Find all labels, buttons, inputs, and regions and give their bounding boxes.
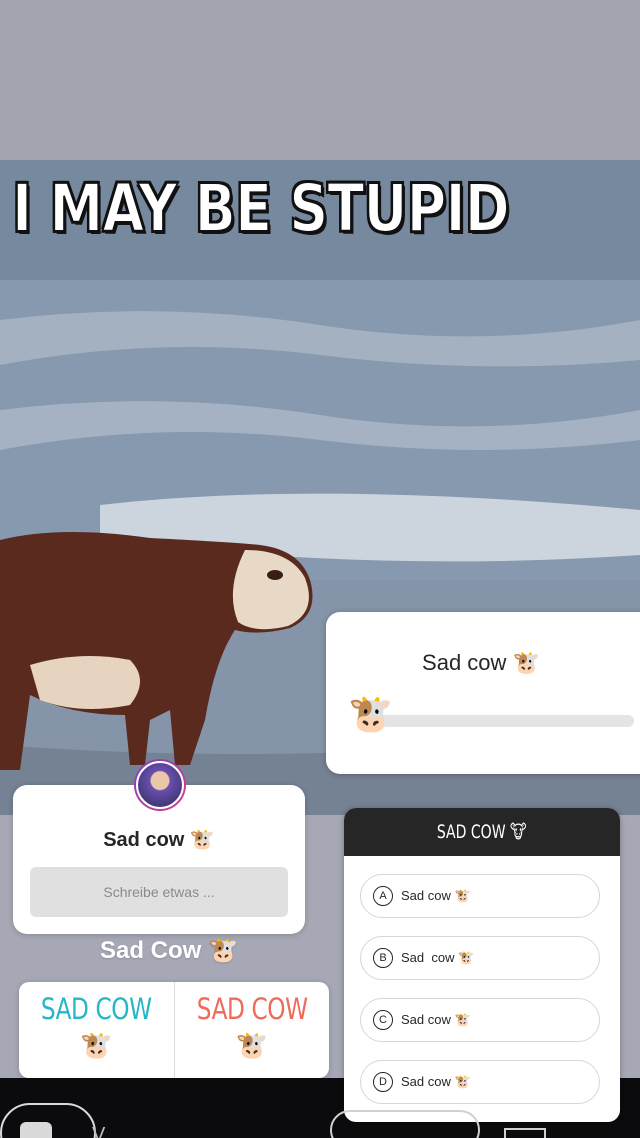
quiz-letter-badge: A	[373, 886, 393, 906]
quiz-option-d[interactable]: D Sad cow 🐮	[360, 1060, 600, 1104]
slider-title: Sad cow 🐮	[422, 650, 540, 675]
share-icon[interactable]	[504, 1128, 546, 1138]
quiz-option-a[interactable]: A Sad cow 🐮	[360, 874, 600, 918]
question-title: Sad cow 🐮	[103, 829, 215, 851]
avatar	[134, 759, 186, 811]
quiz-letter-badge: C	[373, 1010, 393, 1030]
quiz-header: SAD COW 🐮	[344, 808, 620, 856]
quiz-option-b[interactable]: B Sad cow 🐮	[360, 936, 600, 980]
quiz-letter-badge: B	[373, 948, 393, 968]
poll-option-right[interactable]: SAD COW 🐮	[173, 982, 330, 1078]
emoji-slider-sticker[interactable]: Sad cow 🐮 🐮	[326, 612, 640, 774]
quiz-option-text: Sad cow 🐮	[401, 950, 475, 965]
quiz-letter-badge: D	[373, 1072, 393, 1092]
quiz-sticker: SAD COW 🐮 A Sad cow 🐮 B Sad cow 🐮 C Sad …	[344, 808, 620, 1122]
camera-icon	[20, 1122, 52, 1138]
poll-option-label: SAD COW	[40, 992, 152, 1026]
slider-thumb-cow-icon[interactable]: 🐮	[348, 696, 393, 732]
poll-option-left[interactable]: SAD COW 🐮	[19, 982, 174, 1078]
quiz-option-text: Sad cow 🐮	[401, 1074, 471, 1089]
poll-sticker: SAD COW 🐮 SAD COW 🐮	[19, 982, 329, 1078]
avatar-image	[136, 761, 184, 809]
question-answer-input[interactable]	[30, 867, 288, 917]
quiz-option-text: Sad cow 🐮	[401, 888, 471, 903]
poll-option-label: SAD COW	[196, 992, 308, 1026]
text-sticker[interactable]: Sad Cow 🐮	[100, 936, 238, 965]
meme-caption: I MAY BE STUPID	[11, 169, 510, 248]
quiz-option-c[interactable]: C Sad cow 🐮	[360, 998, 600, 1042]
slider-track[interactable]	[366, 715, 634, 727]
story-screen: I MAY BE STUPID Sad cow 🐮 🐮 Sad cow 🐮 Sa…	[0, 0, 640, 1138]
cow-icon: 🐮	[235, 1030, 268, 1060]
quiz-option-text: Sad cow 🐮	[401, 1012, 471, 1027]
cow-icon: 🐮	[80, 1030, 113, 1060]
send-message-pill[interactable]	[330, 1110, 480, 1138]
top-band	[0, 0, 640, 165]
bottom-bar-text: V	[92, 1124, 106, 1138]
quiz-title: SAD COW 🐮	[437, 821, 527, 843]
